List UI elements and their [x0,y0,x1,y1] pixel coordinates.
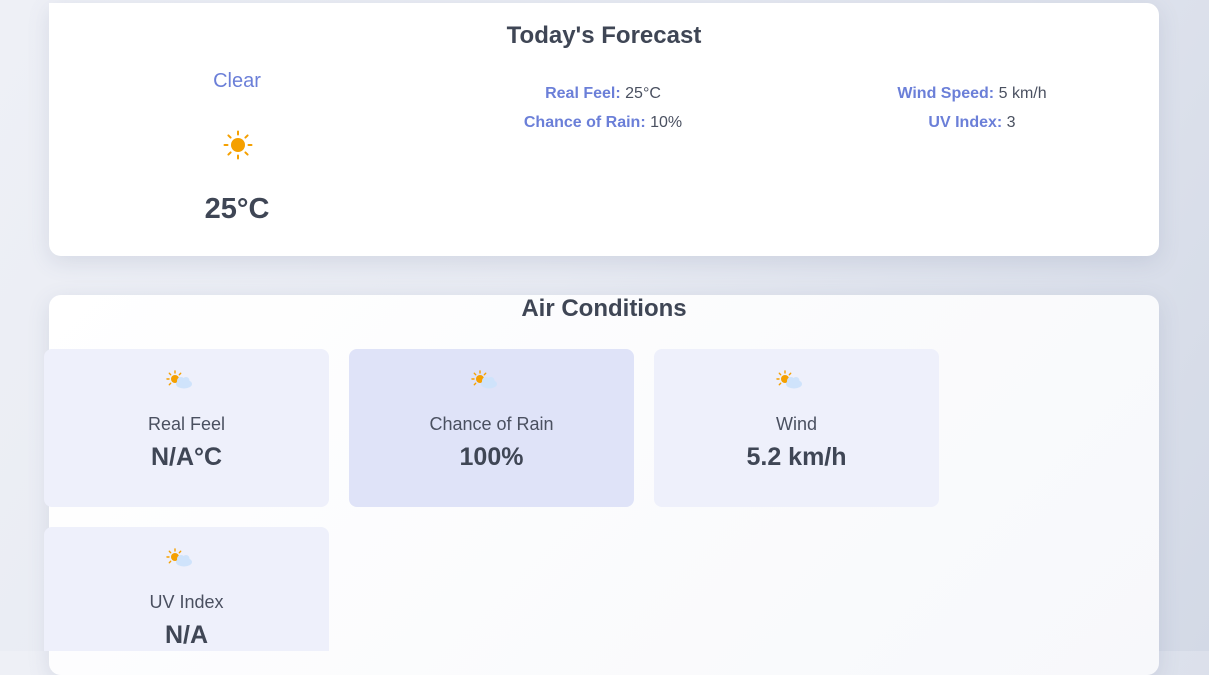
air-tile-value: N/A [164,621,209,649]
wind-speed-row: Wind Speed: 5 km/h [872,79,1072,108]
air-tile-value: 5.2 km/h [746,443,847,471]
real-feel-label: Real Feel: [545,85,621,102]
air-tile-label: Chance of Rain [429,414,554,434]
wind-speed-label: Wind Speed: [897,85,995,102]
air-tile-label: Wind [775,414,817,434]
air-tile-wind[interactable]: Wind 5.2 km/h [654,349,939,507]
air-tile-value: 100% [459,443,524,471]
air-tile-uv-index[interactable]: UV Index N/A [44,527,329,651]
weather-condition: Clear [213,70,261,92]
wind-speed-value: 5 km/h [998,85,1047,102]
uv-index-row: UV Index: 3 [872,108,1072,137]
uv-index-label: UV Index: [928,114,1003,131]
air-tile-real-feel[interactable]: Real Feel N/A°C [44,349,329,507]
air-tile-label: UV Index [149,592,224,612]
uv-index-value: 3 [1006,114,1016,131]
chance-of-rain-row: Chance of Rain: 10% [503,108,703,137]
real-feel-value: 25°C [625,85,661,102]
todays-forecast-card: Today's Forecast Clear 25°C Real Feel: 2… [49,3,1159,256]
sun-behind-cloud-icon [166,548,192,567]
forecast-details-middle: Real Feel: 25°C Chance of Rain: 10% [503,79,703,137]
air-tile-chance-of-rain[interactable]: Chance of Rain 100% [349,349,634,507]
sun-behind-cloud-icon [776,370,802,389]
chance-of-rain-value: 10% [650,114,683,131]
sun-behind-cloud-icon [471,370,497,389]
real-feel-row: Real Feel: 25°C [503,79,703,108]
air-conditions-title: Air Conditions [521,295,687,322]
sun-icon [223,130,253,160]
air-tile-value: N/A°C [150,443,223,471]
sun-behind-cloud-icon [166,370,192,389]
current-temperature: 25°C [204,193,270,225]
chance-of-rain-label: Chance of Rain: [523,114,646,131]
forecast-title: Today's Forecast [506,22,702,49]
forecast-details-right: Wind Speed: 5 km/h UV Index: 3 [872,79,1072,137]
air-tile-label: Real Feel [147,414,226,434]
